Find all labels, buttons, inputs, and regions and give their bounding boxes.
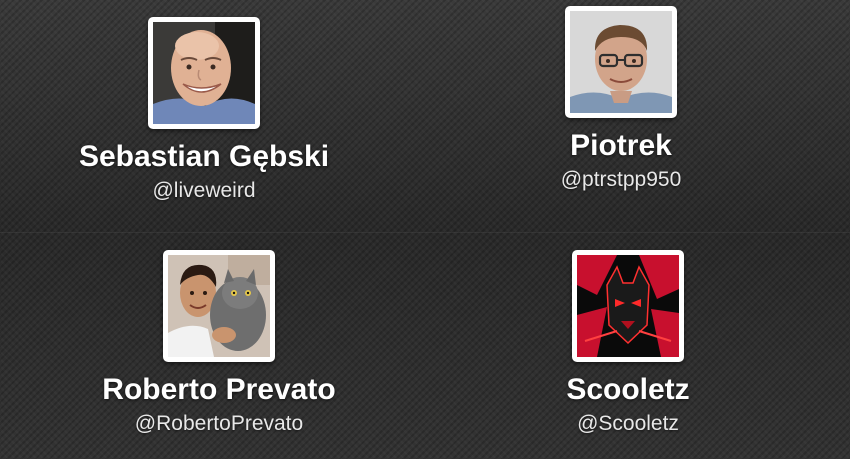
user-handle[interactable]: @RobertoPrevato — [29, 411, 409, 437]
user-name[interactable]: Roberto Prevato — [29, 373, 409, 407]
avatar[interactable] — [163, 250, 275, 362]
row-divider — [0, 232, 850, 233]
user-handle[interactable]: @Scooletz — [438, 411, 818, 437]
user-name[interactable]: Piotrek — [431, 129, 811, 163]
user-card-ptrstpp950[interactable]: Piotrek @ptrstpp950 — [431, 6, 811, 193]
user-name[interactable]: Sebastian Gębski — [14, 140, 394, 174]
user-card-liveweird[interactable]: Sebastian Gębski @liveweird — [14, 17, 394, 204]
red-black-superhero-artwork — [577, 255, 679, 357]
avatar[interactable] — [565, 6, 677, 118]
bald-smiling-man-photo — [153, 22, 255, 124]
user-card-scooletz[interactable]: Scooletz @Scooletz — [438, 250, 818, 437]
user-name[interactable]: Scooletz — [438, 373, 818, 407]
avatar[interactable] — [148, 17, 260, 129]
user-handle[interactable]: @liveweird — [14, 178, 394, 204]
man-with-glasses-photo — [570, 11, 672, 113]
avatar[interactable] — [572, 250, 684, 362]
user-card-robertoprevato[interactable]: Roberto Prevato @RobertoPrevato — [29, 250, 409, 437]
man-holding-cat-photo — [168, 255, 270, 357]
user-handle[interactable]: @ptrstpp950 — [431, 167, 811, 193]
